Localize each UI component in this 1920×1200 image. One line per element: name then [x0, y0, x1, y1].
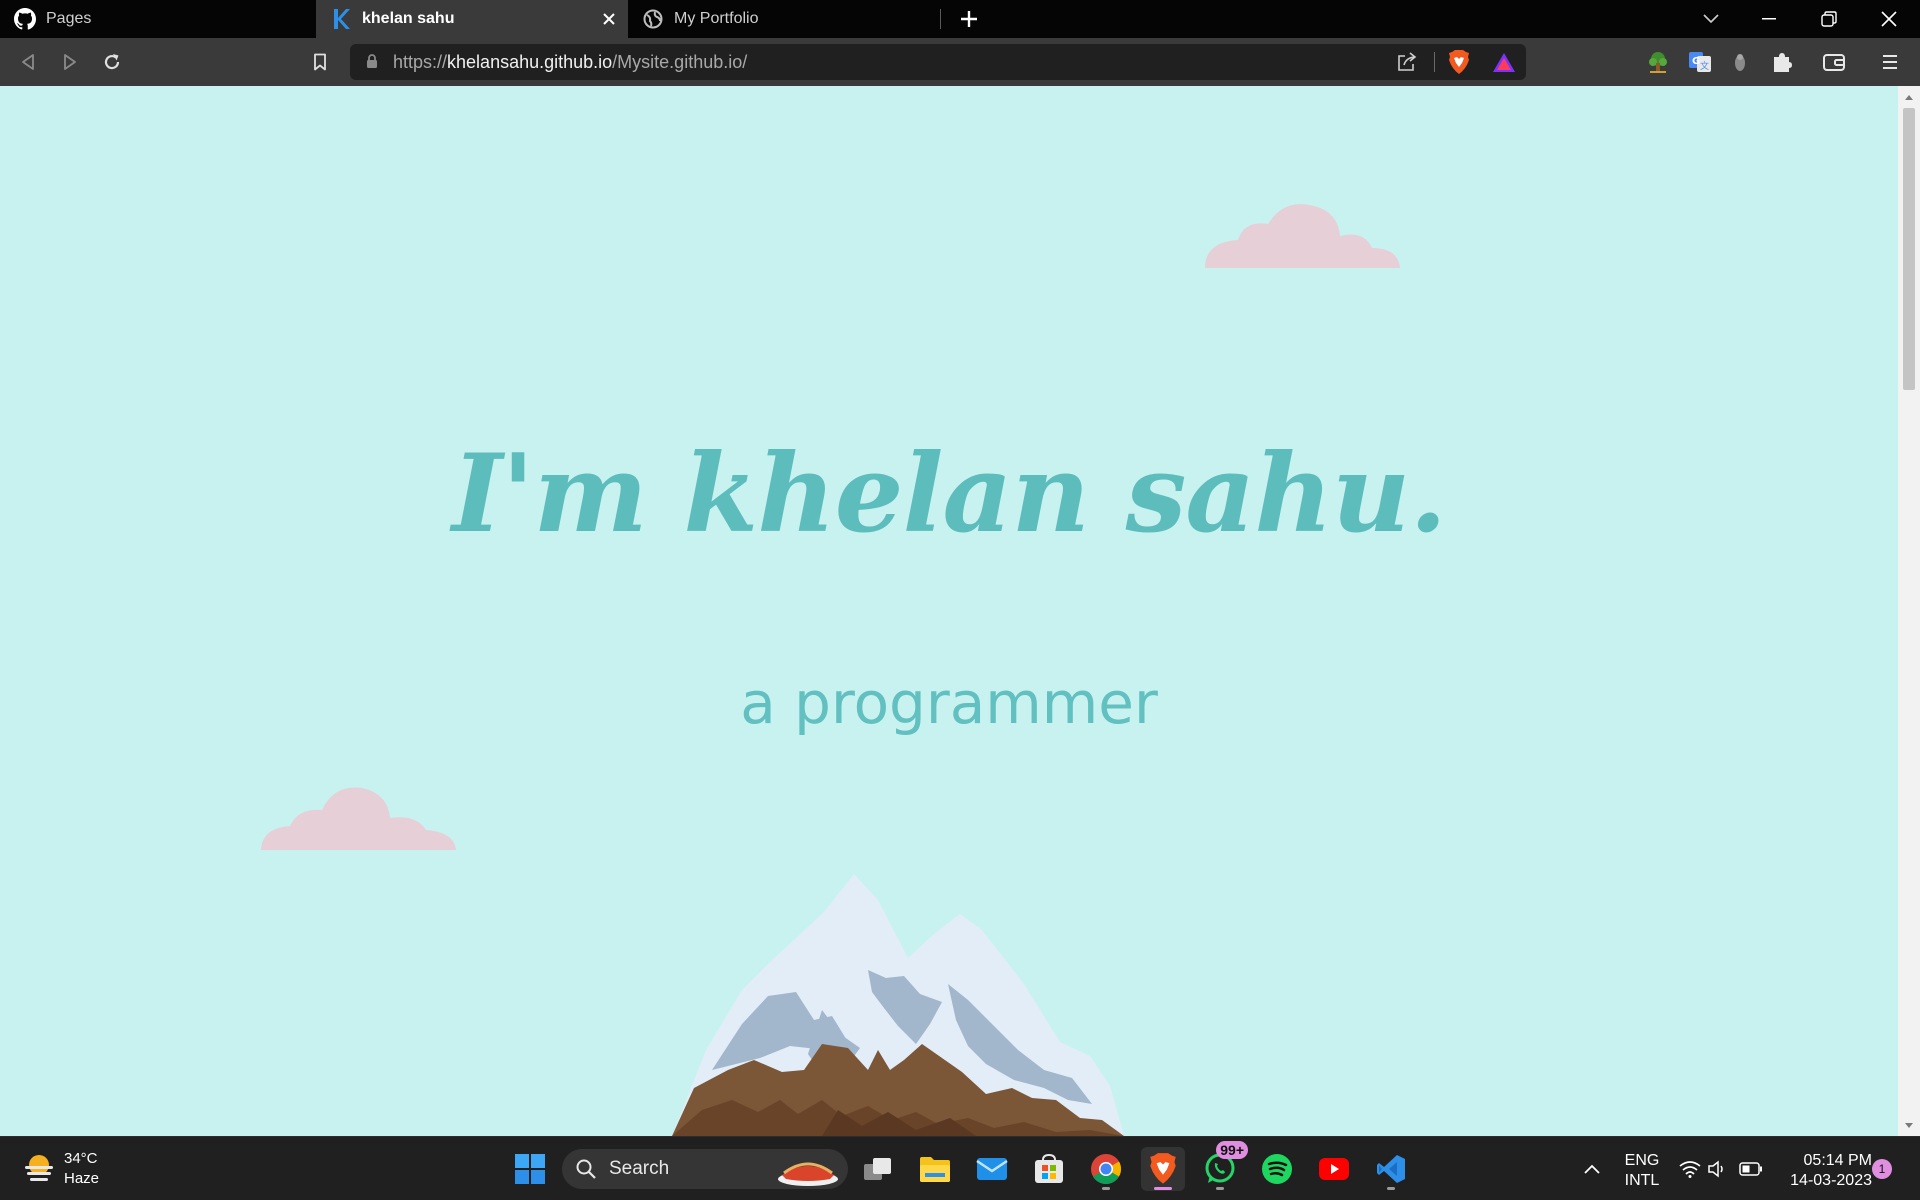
forward-button[interactable] — [54, 46, 86, 78]
tree-extension-icon[interactable] — [1642, 46, 1674, 78]
spotify-button[interactable] — [1255, 1147, 1299, 1191]
restore-button[interactable] — [1800, 0, 1858, 38]
haze-sun-icon — [25, 1155, 53, 1181]
running-indicator — [1387, 1187, 1395, 1190]
brave-shields-icon[interactable] — [1448, 50, 1470, 80]
close-tab-icon[interactable] — [594, 4, 624, 34]
scroll-down-arrow-icon[interactable] — [1903, 1120, 1915, 1130]
notification-count-badge[interactable]: 1 — [1872, 1159, 1892, 1179]
weather-widget[interactable]: 34°C Haze — [22, 1149, 99, 1189]
extension-icon[interactable] — [1724, 46, 1756, 78]
url-divider — [1434, 52, 1435, 72]
tab-label: My Portfolio — [674, 10, 759, 27]
hero-heading: I'm khelan sahu. — [451, 431, 1447, 557]
svg-text:G: G — [1692, 56, 1700, 67]
url-host: khelansahu.github.io — [447, 52, 613, 72]
file-explorer-button[interactable] — [913, 1147, 957, 1191]
menu-icon[interactable] — [1874, 46, 1906, 78]
k-favicon-icon — [330, 8, 352, 30]
store-icon — [1035, 1154, 1063, 1183]
wallet-icon[interactable] — [1818, 46, 1850, 78]
scrollbar-thumb[interactable] — [1903, 108, 1915, 390]
mountain-illustration — [672, 874, 1124, 1136]
tab-label: khelan sahu — [362, 10, 455, 27]
bookmark-icon[interactable] — [304, 46, 336, 78]
youtube-button[interactable] — [1312, 1147, 1356, 1191]
wifi-icon[interactable] — [1676, 1137, 1704, 1200]
url-path: /Mysite.github.io/ — [612, 52, 748, 72]
search-label: Search — [609, 1158, 670, 1179]
start-button[interactable] — [508, 1147, 552, 1191]
brave-rewards-icon[interactable] — [1492, 52, 1516, 79]
tab-my-portfolio[interactable]: My Portfolio — [628, 0, 940, 38]
spotify-icon — [1262, 1154, 1292, 1184]
task-view-button[interactable] — [856, 1147, 900, 1191]
volume-icon[interactable] — [1704, 1137, 1732, 1200]
minimize-button[interactable] — [1740, 0, 1798, 38]
notification-badge: 99+ — [1216, 1141, 1248, 1159]
extensions-puzzle-icon[interactable] — [1766, 46, 1798, 78]
windows-taskbar: 34°C Haze Search 99+ ENG INTL 05:14 PM 1… — [0, 1136, 1920, 1200]
clock-date: 14-03-2023 — [1790, 1172, 1872, 1189]
tab-separator — [940, 9, 941, 29]
active-indicator — [1154, 1187, 1172, 1190]
show-hidden-icons-chevron-icon[interactable] — [1578, 1137, 1606, 1200]
tab-list-chevron-icon[interactable] — [1682, 0, 1740, 38]
url-scheme: https:// — [393, 52, 448, 72]
vscode-button[interactable] — [1369, 1147, 1413, 1191]
whatsapp-button[interactable]: 99+ — [1198, 1141, 1248, 1191]
chrome-button[interactable] — [1084, 1147, 1128, 1191]
system-clock[interactable]: 05:14 PM 14-03-2023 — [1780, 1151, 1872, 1191]
store-button[interactable] — [1027, 1147, 1071, 1191]
cloud-right — [1205, 204, 1400, 268]
windows-logo-icon — [515, 1154, 545, 1184]
input-language[interactable]: ENG INTL — [1622, 1151, 1662, 1191]
browser-toolbar: https://khelansahu.github.io/Mysite.gith… — [0, 38, 1920, 86]
youtube-icon — [1319, 1158, 1349, 1180]
translate-extension-icon[interactable]: G文 — [1684, 46, 1716, 78]
keyboard-layout: INTL — [1624, 1172, 1660, 1189]
close-window-button[interactable] — [1860, 0, 1918, 38]
tab-khelan-sahu[interactable]: khelan sahu — [316, 0, 628, 38]
tab-label: Pages — [46, 10, 92, 27]
page-scrollbar[interactable] — [1898, 86, 1920, 1136]
brave-button[interactable] — [1141, 1147, 1185, 1191]
reload-button[interactable] — [96, 46, 128, 78]
mail-icon — [976, 1158, 1008, 1180]
address-bar[interactable]: https://khelansahu.github.io/Mysite.gith… — [350, 44, 1526, 80]
tab-strip: Pages khelan sahu My Portfolio — [0, 0, 1920, 38]
back-button[interactable] — [12, 46, 44, 78]
share-icon[interactable] — [1396, 52, 1418, 77]
hero-subtitle: a programmer — [740, 669, 1158, 737]
chrome-icon — [1091, 1154, 1122, 1185]
clock-time: 05:14 PM — [1803, 1152, 1872, 1169]
brave-icon — [1150, 1153, 1176, 1184]
search-icon — [576, 1159, 596, 1179]
pie-illustration-icon — [778, 1162, 838, 1186]
running-indicator — [1102, 1187, 1110, 1190]
battery-icon[interactable] — [1736, 1137, 1766, 1200]
weather-condition: Haze — [64, 1170, 100, 1187]
running-indicator — [1216, 1187, 1224, 1190]
lock-icon — [366, 54, 378, 74]
weather-temperature: 34°C — [64, 1150, 98, 1167]
vscode-icon — [1377, 1155, 1405, 1183]
cloud-left — [261, 787, 456, 850]
svg-text:文: 文 — [1700, 60, 1709, 72]
mail-button[interactable] — [970, 1147, 1014, 1191]
github-icon — [14, 8, 36, 30]
language-code: ENG — [1624, 1152, 1660, 1169]
tab-pages[interactable]: Pages — [0, 0, 316, 38]
scroll-up-arrow-icon[interactable] — [1903, 92, 1915, 102]
page-viewport: I'm khelan sahu. a programmer — [0, 86, 1898, 1136]
task-view-icon — [864, 1158, 891, 1180]
folder-icon — [920, 1157, 950, 1182]
taskbar-search[interactable]: Search — [562, 1149, 848, 1189]
url-text: https://khelansahu.github.io/Mysite.gith… — [393, 44, 747, 80]
globe-icon — [642, 8, 664, 30]
new-tab-button[interactable] — [952, 0, 986, 38]
